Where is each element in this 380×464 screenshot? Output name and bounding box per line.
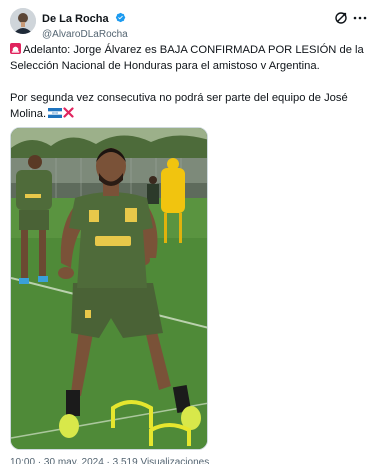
honduras-flag-icon: [48, 107, 63, 118]
grok-icon[interactable]: [334, 11, 348, 25]
tweet-paragraph-1: Adelanto: Jorge Álvarez es BAJA CONFIRMA…: [10, 42, 366, 74]
avatar[interactable]: [10, 8, 36, 34]
tweet-paragraph-2: Por segunda vez consecutiva no podrá ser…: [10, 90, 366, 122]
siren-emoji-icon: [10, 43, 21, 54]
display-name[interactable]: De La Rocha: [42, 13, 109, 26]
tweet-photo[interactable]: [10, 127, 208, 450]
cross-mark-icon: [63, 107, 74, 118]
tweet-card: De La Rocha @AlvaroDLaRocha Adelanto: Jo…: [0, 0, 380, 464]
tweet-header: De La Rocha @AlvaroDLaRocha: [10, 8, 370, 40]
author-names: De La Rocha @AlvaroDLaRocha: [42, 10, 128, 41]
more-options-icon[interactable]: [352, 10, 368, 26]
tweet-text: Adelanto: Jorge Álvarez es BAJA CONFIRMA…: [10, 42, 366, 122]
verified-badge-icon: [115, 10, 126, 28]
tweet-meta: 10:00 · 30 may. 2024 · 3.519 Visualizaci…: [10, 457, 210, 464]
handle[interactable]: @AlvaroDLaRocha: [42, 28, 128, 41]
tweet-paragraph-1-text: Adelanto: Jorge Álvarez es BAJA CONFIRMA…: [10, 44, 364, 72]
